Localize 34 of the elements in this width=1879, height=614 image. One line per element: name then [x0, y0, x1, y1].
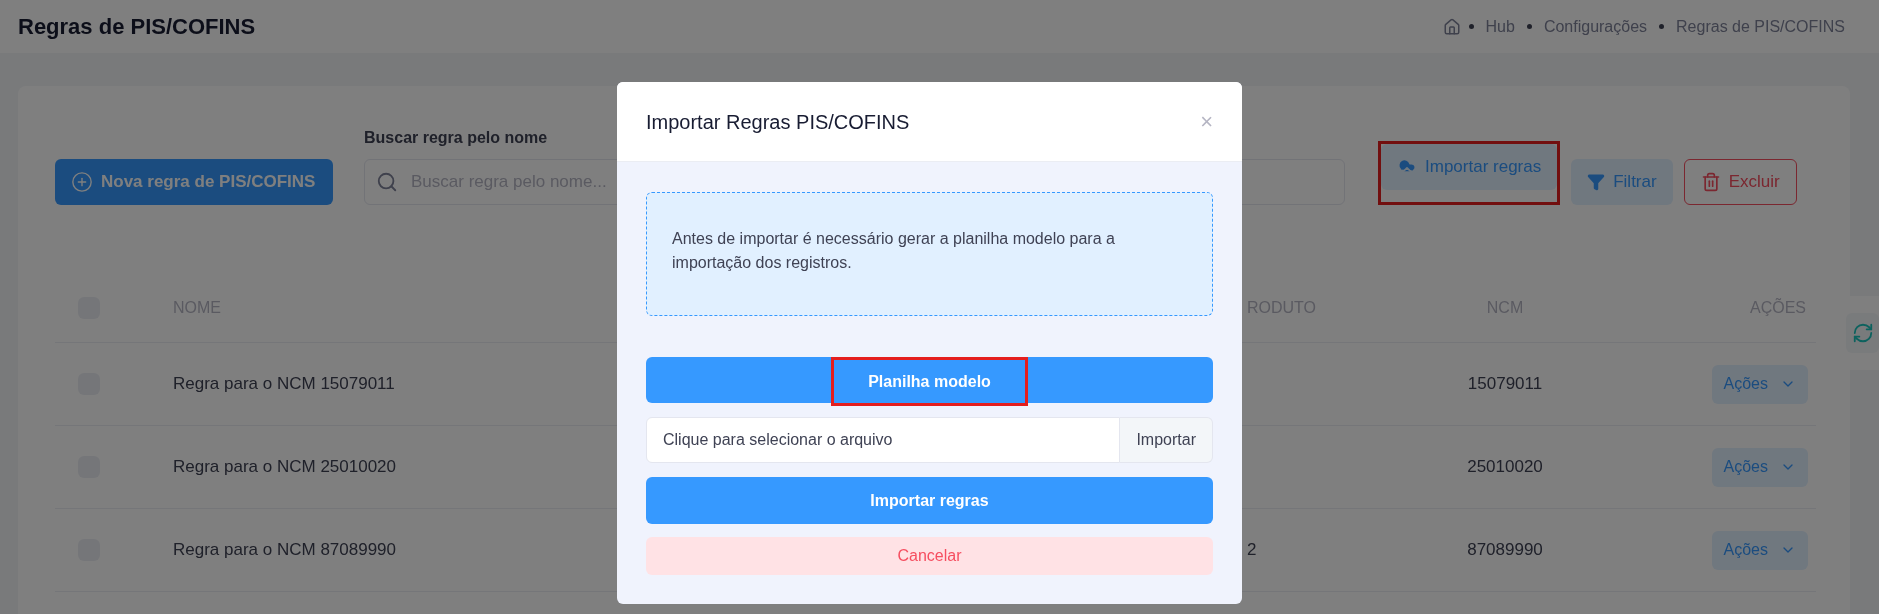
actions-dropdown[interactable]: Ações [1711, 364, 1808, 404]
toolbar-button[interactable]: Importar regras [1381, 144, 1558, 190]
home-icon[interactable] [1442, 17, 1461, 36]
plus-circle-icon [71, 171, 93, 193]
template-button[interactable]: Planilha modelo [646, 357, 1213, 403]
actions-dropdown[interactable]: Ações [1711, 447, 1808, 487]
search-icon [376, 171, 398, 193]
toolbar-button[interactable]: Excluir [1683, 159, 1797, 205]
import-rules-button[interactable]: Importar regras [646, 477, 1213, 524]
refresh-button[interactable] [1846, 313, 1879, 353]
file-addon-label: Importar [1120, 417, 1213, 463]
notice-text: Antes de importar é necessário gerar a planilha modelo para a importação dos registros. [672, 229, 1116, 273]
file-input[interactable]: Clique para selecionar o arquivo [646, 417, 1121, 463]
table-cell-text: Regra para o NCM 87089990 [173, 539, 397, 562]
cancel-button[interactable]: Cancelar [646, 537, 1213, 575]
toolbar-button[interactable]: Filtrar [1571, 159, 1673, 205]
table-cell-text: 87089990 [1467, 539, 1543, 562]
page-title: Regras de PIS/COFINS [18, 13, 256, 41]
new-rule-button[interactable]: Nova regra de PIS/COFINS [55, 159, 333, 205]
table-cell-text: 25010020 [1467, 456, 1543, 479]
trash-icon [1700, 172, 1721, 192]
close-button[interactable]: × [1200, 110, 1213, 133]
table-cell-text: Regra para o NCM 25010020 [173, 456, 397, 479]
table-cell-text: 15079011 [1467, 373, 1543, 396]
dialog-title: Importar Regras PIS/COFINS [646, 109, 910, 135]
filter-icon [1587, 173, 1606, 191]
table-cell: 2 [1247, 540, 1257, 560]
search-label: Buscar regra pelo nome [364, 128, 549, 148]
actions-dropdown[interactable]: Ações [1711, 530, 1808, 570]
refresh-icon [1851, 322, 1874, 344]
breadcrumb-link[interactable]: Regras de PIS/COFINS [1676, 14, 1845, 39]
table-cell-text: Regra para o NCM 15079011 [173, 373, 395, 396]
breadcrumb-link[interactable]: Configurações [1543, 14, 1648, 39]
breadcrumb-link[interactable]: Hub [1485, 14, 1515, 39]
